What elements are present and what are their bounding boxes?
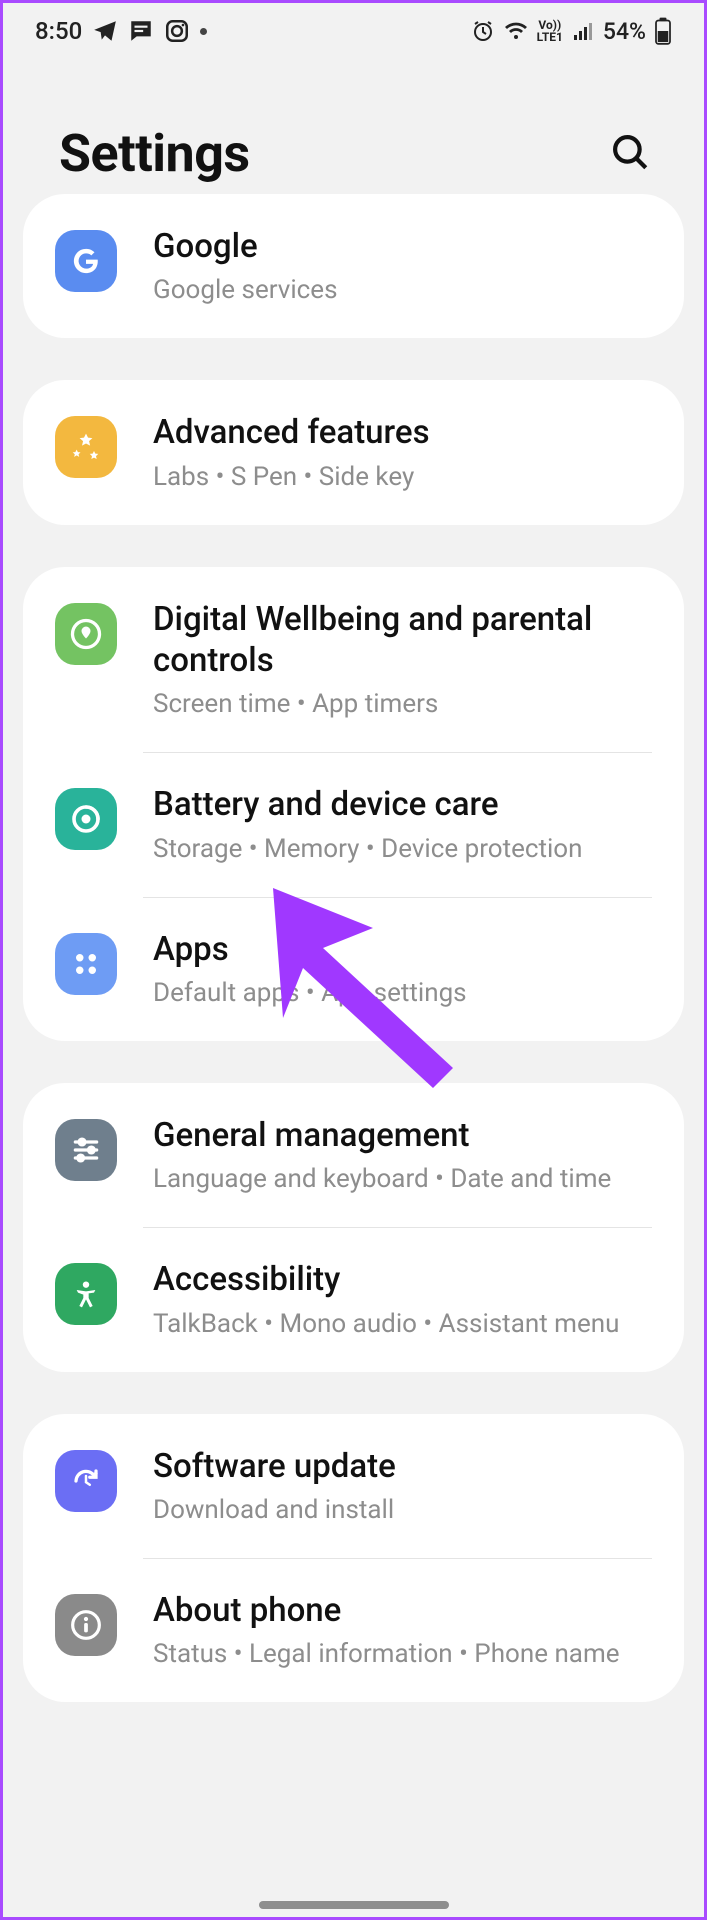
volte-icon: Vo))LTE1 bbox=[537, 19, 563, 43]
settings-item-google[interactable]: Google Google services bbox=[23, 194, 684, 338]
status-bar: 8:50 Vo))LTE1 54% bbox=[3, 3, 704, 53]
more-notifications-icon bbox=[200, 28, 207, 35]
settings-item-battery-device-care[interactable]: Battery and device care Storage • Memory… bbox=[23, 752, 684, 896]
item-title: Accessibility bbox=[153, 1259, 656, 1300]
battery-icon bbox=[654, 17, 672, 45]
advanced-features-icon bbox=[55, 416, 117, 478]
item-title: General management bbox=[153, 1115, 656, 1156]
item-title: Google bbox=[153, 226, 656, 267]
item-subtitle: Google services bbox=[153, 273, 656, 308]
about-phone-icon bbox=[55, 1594, 117, 1656]
settings-item-software-update[interactable]: Software update Download and install bbox=[23, 1414, 684, 1558]
item-title: About phone bbox=[153, 1590, 656, 1631]
apps-icon bbox=[55, 933, 117, 995]
item-subtitle: Language and keyboard • Date and time bbox=[153, 1162, 656, 1197]
page-title: Settings bbox=[59, 123, 250, 184]
settings-item-accessibility[interactable]: Accessibility TalkBack • Mono audio • As… bbox=[23, 1227, 684, 1371]
settings-group-advanced: Advanced features Labs • S Pen • Side ke… bbox=[23, 380, 684, 524]
message-icon bbox=[128, 18, 154, 44]
alarm-icon bbox=[471, 19, 495, 43]
search-icon bbox=[609, 131, 651, 176]
settings-item-digital-wellbeing[interactable]: Digital Wellbeing and parental controls … bbox=[23, 567, 684, 753]
item-subtitle: Labs • S Pen • Side key bbox=[153, 460, 656, 495]
settings-item-advanced-features[interactable]: Advanced features Labs • S Pen • Side ke… bbox=[23, 380, 684, 524]
item-subtitle: Status • Legal information • Phone name bbox=[153, 1637, 656, 1672]
battery-percent: 54% bbox=[603, 18, 646, 45]
status-right: Vo))LTE1 54% bbox=[471, 17, 672, 45]
settings-list: Google Google services Advanced features… bbox=[3, 194, 704, 1702]
instagram-icon bbox=[164, 18, 190, 44]
item-subtitle: Default apps • App settings bbox=[153, 976, 656, 1011]
google-icon bbox=[55, 230, 117, 292]
settings-group-general: General management Language and keyboard… bbox=[23, 1083, 684, 1372]
settings-item-general-management[interactable]: General management Language and keyboard… bbox=[23, 1083, 684, 1227]
signal-icon bbox=[571, 19, 595, 43]
item-subtitle: Storage • Memory • Device protection bbox=[153, 832, 656, 867]
settings-item-about-phone[interactable]: About phone Status • Legal information •… bbox=[23, 1558, 684, 1702]
digital-wellbeing-icon bbox=[55, 603, 117, 665]
item-title: Software update bbox=[153, 1446, 656, 1487]
battery-care-icon bbox=[55, 788, 117, 850]
item-subtitle: TalkBack • Mono audio • Assistant menu bbox=[153, 1307, 656, 1342]
general-management-icon bbox=[55, 1119, 117, 1181]
accessibility-icon bbox=[55, 1263, 117, 1325]
item-title: Digital Wellbeing and parental controls bbox=[153, 599, 656, 682]
telegram-icon bbox=[92, 18, 118, 44]
status-time: 8:50 bbox=[35, 17, 82, 45]
settings-group-system: Software update Download and install Abo… bbox=[23, 1414, 684, 1703]
search-button[interactable] bbox=[600, 124, 660, 184]
settings-group-accounts: Google Google services bbox=[23, 194, 684, 338]
item-title: Battery and device care bbox=[153, 784, 656, 825]
software-update-icon bbox=[55, 1450, 117, 1512]
item-subtitle: Download and install bbox=[153, 1493, 656, 1528]
gesture-bar[interactable] bbox=[259, 1901, 449, 1909]
item-title: Apps bbox=[153, 929, 656, 970]
status-left: 8:50 bbox=[35, 17, 207, 45]
wifi-icon bbox=[503, 19, 529, 43]
settings-item-apps[interactable]: Apps Default apps • App settings bbox=[23, 897, 684, 1041]
item-title: Advanced features bbox=[153, 412, 656, 453]
settings-group-device: Digital Wellbeing and parental controls … bbox=[23, 567, 684, 1041]
item-subtitle: Screen time • App timers bbox=[153, 687, 656, 722]
